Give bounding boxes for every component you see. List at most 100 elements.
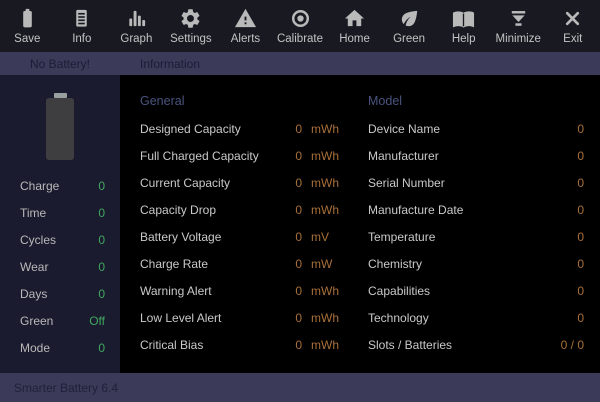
field-unit: mWh	[311, 202, 339, 217]
field-value: 0	[295, 229, 302, 244]
battery-body	[46, 98, 74, 160]
sidebar-stat-row: Time 0	[0, 199, 120, 226]
field-label: Manufacturer	[368, 148, 439, 163]
model-rows: Device Name 0 Manufacturer 0 Serial Numb…	[368, 115, 584, 358]
tab-information[interactable]: Information	[140, 57, 200, 71]
general-row: Designed Capacity 0 mWh	[140, 115, 352, 142]
subheader-bar: No Battery! Information	[0, 52, 600, 75]
graph-bars-icon	[125, 7, 148, 30]
stat-value: 0	[98, 286, 105, 301]
settings-gear-icon	[179, 7, 202, 30]
sidebar-stat-row: Cycles 0	[0, 226, 120, 253]
field-unit: mWh	[311, 283, 339, 298]
content-area: Charge 0 Time 0 Cycles 0 Wear 0 Days 0 G…	[0, 75, 600, 373]
sidebar-stat-row: Mode 0	[0, 334, 120, 361]
field-value: 0	[577, 202, 584, 217]
field-value: 0	[577, 175, 584, 190]
sidebar-stat-row: Days 0	[0, 280, 120, 307]
field-label: Device Name	[368, 121, 441, 136]
sidebar-stat-row: Green Off	[0, 307, 120, 334]
stat-label: Charge	[20, 178, 60, 193]
toolbar-label: Calibrate	[276, 33, 324, 45]
field-label: Slots / Batteries	[368, 337, 453, 352]
general-section-title: General	[140, 94, 185, 108]
stat-value: 0	[98, 232, 105, 247]
stat-value: Off	[89, 313, 105, 328]
field-label: Current Capacity	[140, 175, 231, 190]
toolbar-button-info[interactable]: Info	[55, 0, 110, 52]
toolbar-label: Exit	[563, 33, 583, 45]
model-row: Serial Number 0	[368, 169, 584, 196]
toolbar-button-home[interactable]: Home	[327, 0, 382, 52]
sidebar-stat-row: Charge 0	[0, 172, 120, 199]
field-value: 0	[295, 175, 302, 190]
stat-label: Wear	[20, 259, 49, 274]
sidebar-stats: Charge 0 Time 0 Cycles 0 Wear 0 Days 0 G…	[0, 172, 120, 361]
battery-graphic	[46, 93, 74, 160]
model-row: Manufacturer 0	[368, 142, 584, 169]
toolbar-button-help[interactable]: Help	[436, 0, 491, 52]
toolbar-label: Minimize	[495, 33, 541, 45]
toolbar-label: Help	[451, 33, 476, 45]
field-label: Capacity Drop	[140, 202, 217, 217]
field-label: Designed Capacity	[140, 121, 241, 136]
toolbar-label: Green	[393, 33, 426, 45]
field-value: 0	[577, 148, 584, 163]
field-unit: mWh	[311, 337, 339, 352]
field-value: 0	[295, 256, 302, 271]
toolbar-button-graph[interactable]: Graph	[109, 0, 164, 52]
status-bar-text: Smarter Battery 6.4	[14, 380, 119, 395]
model-row: Capabilities 0	[368, 277, 584, 304]
field-value: 0	[295, 283, 302, 298]
field-label: Serial Number	[368, 175, 445, 190]
field-label: Low Level Alert	[140, 310, 222, 325]
field-label: Full Charged Capacity	[140, 148, 259, 163]
toolbar-button-green[interactable]: Green	[382, 0, 437, 52]
app-window: Save Info Graph Settings Alerts Calibrat…	[0, 0, 600, 402]
model-row: Device Name 0	[368, 115, 584, 142]
model-section: Model Device Name 0 Manufacturer 0 Seria…	[368, 88, 584, 373]
field-value: 0	[577, 256, 584, 271]
toolbar-label: Alerts	[230, 33, 261, 45]
general-rows: Designed Capacity 0 mWh Full Charged Cap…	[140, 115, 352, 358]
field-label: Charge Rate	[140, 256, 209, 271]
toolbar-button-exit[interactable]: Exit	[545, 0, 600, 52]
field-unit: mW	[311, 256, 333, 271]
field-value: 0	[577, 310, 584, 325]
field-value: 0	[295, 121, 302, 136]
model-row: Slots / Batteries 0 / 0	[368, 331, 584, 358]
toolbar-button-settings[interactable]: Settings	[164, 0, 219, 52]
general-row: Full Charged Capacity 0 mWh	[140, 142, 352, 169]
toolbar-button-alerts[interactable]: Alerts	[218, 0, 273, 52]
field-unit: mWh	[311, 175, 339, 190]
model-row: Temperature 0	[368, 223, 584, 250]
field-label: Critical Bias	[140, 337, 204, 352]
field-label: Warning Alert	[140, 283, 212, 298]
stat-label: Mode	[20, 340, 51, 355]
status-bar: Smarter Battery 6.4	[0, 373, 600, 402]
toolbar-label: Save	[14, 33, 41, 45]
field-value: 0	[295, 310, 302, 325]
stat-value: 0	[98, 259, 105, 274]
field-value: 0	[577, 121, 584, 136]
model-row: Manufacture Date 0	[368, 196, 584, 223]
home-icon	[343, 7, 366, 30]
toolbar-button-minimize[interactable]: Minimize	[491, 0, 546, 52]
main-panel: General Designed Capacity 0 mWh Full Cha…	[120, 75, 600, 373]
stat-value: 0	[98, 205, 105, 220]
toolbar-button-save[interactable]: Save	[0, 0, 55, 52]
model-section-title: Model	[368, 94, 403, 108]
general-row: Warning Alert 0 mWh	[140, 277, 352, 304]
field-unit: mV	[311, 229, 329, 244]
general-row: Charge Rate 0 mW	[140, 250, 352, 277]
field-label: Temperature	[368, 229, 436, 244]
general-row: Capacity Drop 0 mWh	[140, 196, 352, 223]
battery-save-icon	[16, 7, 39, 30]
sidebar: Charge 0 Time 0 Cycles 0 Wear 0 Days 0 G…	[0, 75, 120, 373]
stat-label: Green	[20, 313, 54, 328]
field-label: Chemistry	[368, 256, 423, 271]
stat-label: Cycles	[20, 232, 57, 247]
stat-value: 0	[98, 178, 105, 193]
toolbar-button-calibrate[interactable]: Calibrate	[273, 0, 328, 52]
toolbar-label: Home	[339, 33, 370, 45]
